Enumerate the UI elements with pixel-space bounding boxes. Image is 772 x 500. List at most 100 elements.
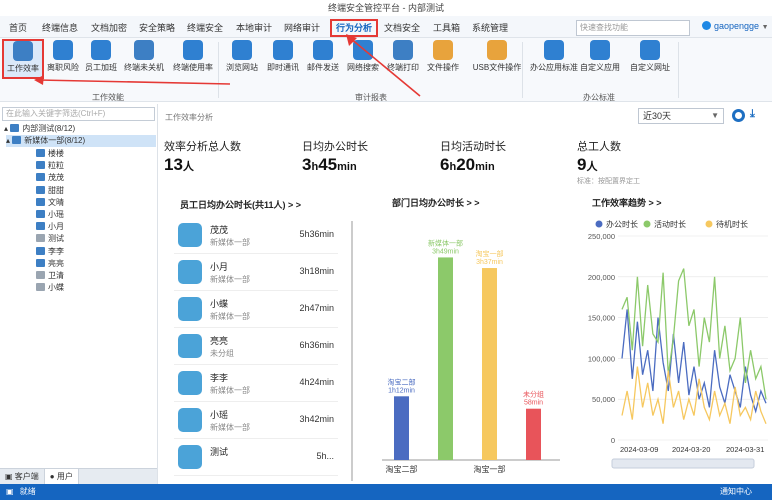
dept-bar-chart: 部门日均办公时长 > >淘宝二部1h12min淘宝二部新媒体一部3h49min 淘… (382, 197, 560, 474)
avatar (178, 223, 202, 247)
tree-member[interactable]: 李李 (36, 246, 64, 258)
employee-row[interactable]: 茂茂 新媒体一部 5h36min (174, 218, 338, 254)
ribbon-button-6[interactable]: 即时通讯 (262, 40, 304, 73)
employee-name: 测试 (210, 447, 229, 457)
legend-marker (705, 220, 713, 228)
user-menu[interactable]: gaopengge ▼ (702, 21, 769, 31)
employee-row[interactable]: 亮亮 未分组 6h36min (174, 329, 338, 365)
quick-search-input[interactable]: 快速查找功能 (576, 20, 690, 36)
line-chart-title[interactable]: 工作效率趋势 > > (592, 197, 662, 208)
bar-label: 淘宝二部 (388, 377, 416, 386)
ribbon-button-12[interactable]: 办公应用标准 (528, 40, 580, 73)
ribbon-button-3[interactable]: 终端未关机 (122, 40, 166, 73)
menu-item-1[interactable]: 终端信息 (42, 20, 78, 36)
ribbon-button-13[interactable]: 自定义应用 (578, 40, 622, 73)
legend-label[interactable]: 办公时长 (606, 219, 638, 229)
employee-name: 小月 (210, 262, 229, 272)
tree-member[interactable]: 茂茂 (36, 172, 64, 184)
legend-label[interactable]: 待机时长 (716, 219, 748, 229)
ribbon-button-7[interactable]: 邮件发送 (302, 40, 344, 73)
legend-label[interactable]: 活动时长 (654, 219, 686, 229)
tree-member[interactable]: 亮亮 (36, 258, 64, 270)
legend-marker (643, 220, 651, 228)
dept-chart-card: 部门日均办公时长 > > 淘宝二部 1h12min 淘宝二部 新媒体一部 3h49min 淘… (356, 190, 574, 482)
employee-row[interactable]: 小瑶 新媒体一部 3h42min (174, 403, 338, 439)
gear-icon[interactable] (732, 109, 745, 122)
ribbon-button-11[interactable]: USB文件操作 (467, 40, 527, 73)
tree-root[interactable]: ▴ 内部测试(8/12) (4, 123, 75, 135)
tree-member[interactable]: 甜甜 (36, 185, 64, 197)
group-icon (12, 136, 22, 144)
employee-time: 5h... (316, 451, 334, 461)
ribbon-button-label: 网络搜索 (347, 63, 379, 72)
employee-row[interactable]: 小月 新媒体一部 3h18min (174, 255, 338, 291)
tree-member[interactable]: 测试 (36, 233, 64, 245)
tree-member[interactable]: 小月 (36, 221, 64, 233)
ribbon-button-5[interactable]: 浏览网站 (221, 40, 263, 73)
ribbon-button-9[interactable]: 终端打印 (382, 40, 424, 73)
tree-member[interactable]: 粒粒 (36, 160, 64, 172)
tree-member[interactable]: 小瑶 (36, 209, 64, 221)
tree-member[interactable]: 卫清 (36, 270, 64, 282)
tree-member[interactable]: 楼楼 (36, 148, 64, 160)
ribbon-icon (53, 40, 73, 60)
notification-center[interactable]: 通知中心 (720, 484, 752, 500)
employee-row[interactable]: 测试 5h... (174, 440, 338, 476)
ribbon-button-2[interactable]: 员工加班 (80, 40, 122, 73)
employee-dept: 新媒体一部 (210, 238, 250, 247)
employee-name: 李李 (210, 373, 229, 383)
series-line[interactable] (621, 309, 767, 414)
tab-users[interactable]: ● 用户 (44, 469, 79, 484)
trend-chart-card: 工作效率趋势 > > 办公时长 活动时长 待机时长 0 50,000 100,000 150,… (578, 190, 772, 482)
date-range-select[interactable]: 近30天 ▼ (638, 108, 724, 124)
employee-card: 员工日均办公时长(共11人) > > 茂茂 新媒体一部 5h36min 小月 新媒体一部… (166, 190, 350, 482)
menu-item-10[interactable]: 系统管理 (472, 20, 508, 36)
menu-item-5[interactable]: 本地审计 (236, 20, 272, 36)
tree-member[interactable]: 文晴 (36, 197, 64, 209)
y-tick-label: 50,000 (592, 395, 615, 404)
scrollbar[interactable] (351, 221, 353, 481)
status-text: 就绪 (19, 487, 36, 496)
ribbon-button-label: 自定义应用 (580, 63, 620, 72)
ribbon-button-10[interactable]: 文件操作 (422, 40, 464, 73)
ribbon-icon (183, 40, 203, 60)
range-slider[interactable] (611, 458, 755, 469)
menu-item-9[interactable]: 工具箱 (433, 20, 460, 36)
ribbon-button-4[interactable]: 终端使用率 (171, 40, 215, 73)
tree-filter-input[interactable]: 在此输入关键字筛选(Ctrl+F) (2, 107, 155, 121)
menu-item-6[interactable]: 网络审计 (284, 20, 320, 36)
ribbon-button-0[interactable]: 工作效率 (2, 39, 44, 79)
employee-card-title[interactable]: 员工日均办公时长(共11人) > > (180, 198, 301, 211)
bar[interactable] (438, 257, 453, 460)
bar[interactable] (526, 408, 541, 460)
tree-group[interactable]: ▴ 新媒体一部(8/12) (6, 135, 156, 147)
menu-item-8[interactable]: 文档安全 (384, 20, 420, 36)
bar[interactable] (394, 396, 409, 460)
x-tick-label: 2024-03-20 (672, 445, 710, 454)
menu-item-7[interactable]: 行为分析 (330, 19, 379, 37)
employee-row[interactable]: 李李 新媒体一部 4h24min (174, 366, 338, 402)
bar-chart-title[interactable]: 部门日均办公时长 > > (392, 197, 480, 208)
tab-clients[interactable]: ▣ 客户端 (0, 469, 45, 484)
employee-row[interactable]: 小蝶 新媒体一部 2h47min (174, 292, 338, 328)
ribbon-button-8[interactable]: 网络搜索 (342, 40, 384, 73)
left-tabs: ▣ 客户端 ● 用户 (0, 468, 157, 484)
menu-item-0[interactable]: 首页 (9, 20, 27, 36)
ribbon-button-1[interactable]: 离职风险 (42, 40, 84, 73)
employee-name: 亮亮 (210, 336, 229, 346)
user-icon: ● (49, 472, 57, 481)
ribbon-button-14[interactable]: 自定义网址 (628, 40, 672, 73)
bar[interactable] (482, 268, 497, 460)
stat-label: 日均活动时长 (440, 141, 506, 153)
employee-name: 小瑶 (210, 410, 229, 420)
menu-item-3[interactable]: 安全策略 (139, 20, 175, 36)
bar-value-label: 3h37min (476, 259, 503, 266)
stat-0: 效率分析总人数 13人 (164, 138, 241, 175)
ribbon-icon (91, 40, 111, 60)
status-bar: ▣ 就绪 通知中心 (0, 484, 772, 500)
menu-item-2[interactable]: 文档加密 (91, 20, 127, 36)
download-icon[interactable]: ⤓ (750, 109, 762, 122)
menu-item-4[interactable]: 终端安全 (187, 20, 223, 36)
y-tick-label: 150,000 (588, 314, 615, 323)
tree-member[interactable]: 小蝶 (36, 282, 64, 294)
